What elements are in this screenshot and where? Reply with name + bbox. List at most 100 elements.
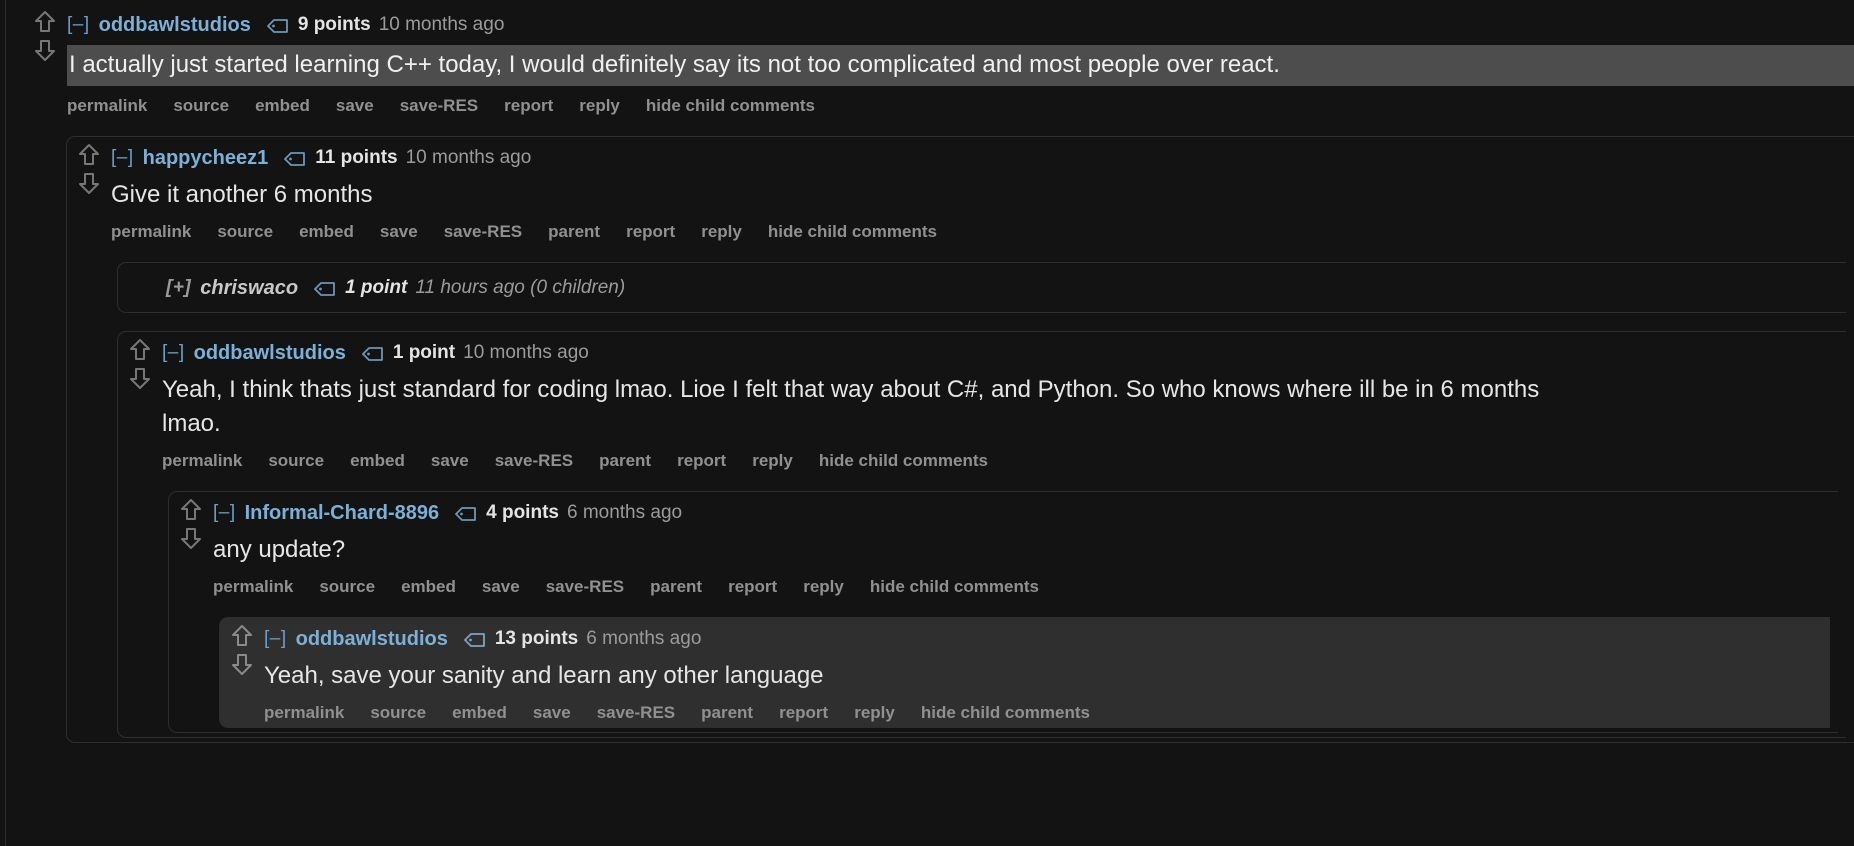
action-embed[interactable]: embed [452,703,507,723]
action-reply[interactable]: reply [854,703,895,723]
action-permalink[interactable]: permalink [162,451,242,471]
thread-rail [5,0,6,846]
comment-author-link[interactable]: oddbawlstudios [296,624,448,654]
comment-header: [–] happycheez1 11 points 10 months ago [111,143,1846,173]
action-parent[interactable]: parent [650,577,702,597]
action-report[interactable]: report [728,577,777,597]
comment-points: 9 points [297,14,371,35]
comment-informal-chard-8896: [–] Informal-Chard-8896 4 points 6 month… [168,491,1838,734]
comment-timestamp: 11 hours ago (0 children) [415,277,626,299]
comment-timestamp: 10 months ago [463,342,589,364]
tag-icon [266,19,289,33]
comment-author-link[interactable]: oddbawlstudios [194,338,346,368]
action-embed[interactable]: embed [299,222,354,242]
action-source[interactable]: source [319,577,375,597]
collapse-toggle[interactable]: [–] [111,143,134,173]
action-save[interactable]: save [431,451,469,471]
action-source[interactable]: source [173,96,229,116]
action-save[interactable]: save [380,222,418,242]
action-report[interactable]: report [677,451,726,471]
action-permalink[interactable]: permalink [111,222,191,242]
comment-oddbawlstudios-9points: [–] oddbawlstudios 9 points 10 months ag… [23,4,1854,120]
comment-chriswaco-collapsed[interactable]: [+] chriswaco 1 point 11 hours ago (0 ch… [117,262,1846,314]
vote-buttons [23,10,67,62]
tag-icon [463,633,486,648]
vote-buttons [220,624,264,676]
action-permalink[interactable]: permalink [264,703,344,723]
upvote-arrow-icon[interactable] [231,624,253,648]
comment-body: Yeah, I think thats just standard for co… [162,376,1540,438]
action-permalink[interactable]: permalink [67,96,147,116]
action-hide-child-comments[interactable]: hide child comments [768,222,937,242]
tag-icon [284,152,306,166]
comment-body: any update? [213,536,346,564]
vote-buttons [67,143,111,195]
collapse-toggle[interactable]: [–] [264,624,287,654]
upvote-arrow-icon[interactable] [78,143,100,167]
comment-author-link[interactable]: Informal-Chard-8896 [245,498,440,528]
comment-body: Give it another 6 months [111,181,373,209]
comment-body: I actually just started learning C++ tod… [67,45,1854,87]
comment-points: 4 points [486,502,559,524]
action-permalink[interactable]: permalink [213,577,293,597]
action-hide-child-comments[interactable]: hide child comments [870,577,1039,597]
action-embed[interactable]: embed [401,577,456,597]
comment-timestamp: 10 months ago [405,147,532,169]
action-hide-child-comments[interactable]: hide child comments [646,96,815,116]
upvote-arrow-icon[interactable] [129,338,151,362]
comment-header: [–] oddbawlstudios 1 point 10 months ago [162,338,1838,368]
comment-thread-page: [–] oddbawlstudios 9 points 10 months ag… [0,0,1854,846]
action-save[interactable]: save [533,703,571,723]
action-hide-child-comments[interactable]: hide child comments [819,451,988,471]
vote-buttons [118,338,162,390]
action-reply[interactable]: reply [803,577,844,597]
action-save-res[interactable]: save-RES [444,222,522,242]
downvote-arrow-icon[interactable] [129,366,151,390]
comment-points: 11 points [315,147,398,169]
action-embed[interactable]: embed [255,96,310,116]
action-report[interactable]: report [626,222,675,242]
action-parent[interactable]: parent [548,222,600,242]
action-save-res[interactable]: save-RES [495,451,573,471]
expand-toggle[interactable]: [+] [166,273,191,303]
action-parent[interactable]: parent [701,703,753,723]
collapse-toggle[interactable]: [–] [162,338,185,368]
action-source[interactable]: source [268,451,324,471]
comment-happycheez1-11points: [–] happycheez1 11 points 10 months ago … [66,136,1854,744]
downvote-arrow-icon[interactable] [180,526,202,550]
action-source[interactable]: source [370,703,426,723]
downvote-arrow-icon[interactable] [34,38,56,62]
action-save-res[interactable]: save-RES [597,703,675,723]
downvote-arrow-icon[interactable] [231,652,253,676]
action-report[interactable]: report [504,96,553,116]
comment-timestamp: 10 months ago [378,14,505,35]
action-reply[interactable]: reply [701,222,742,242]
action-save[interactable]: save [482,577,520,597]
comment-oddbawlstudios-1point: [–] oddbawlstudios 1 point 10 months ago… [117,331,1846,739]
upvote-arrow-icon[interactable] [180,498,202,522]
comment-timestamp: 6 months ago [586,628,702,650]
downvote-arrow-icon[interactable] [78,171,100,195]
collapse-toggle[interactable]: [–] [67,10,90,40]
action-reply[interactable]: reply [752,451,793,471]
action-save[interactable]: save [336,96,374,116]
comment-body: Yeah, save your sanity and learn any oth… [264,662,824,690]
vote-buttons [169,498,213,550]
comment-points: 13 points [494,628,579,650]
action-reply[interactable]: reply [579,96,620,116]
comment-author-link[interactable]: oddbawlstudios [99,10,251,40]
upvote-arrow-icon[interactable] [34,10,56,34]
action-report[interactable]: report [779,703,828,723]
action-save-res[interactable]: save-RES [400,96,478,116]
action-source[interactable]: source [217,222,273,242]
tag-icon [314,282,336,297]
action-embed[interactable]: embed [350,451,405,471]
comment-points: 1 point [345,277,408,299]
comment-author-link[interactable]: happycheez1 [143,143,269,173]
action-save-res[interactable]: save-RES [546,577,624,597]
tag-icon [455,507,477,522]
comment-author-link[interactable]: chriswaco [200,273,298,303]
action-hide-child-comments[interactable]: hide child comments [921,703,1090,723]
action-parent[interactable]: parent [599,451,651,471]
collapse-toggle[interactable]: [–] [213,498,236,528]
